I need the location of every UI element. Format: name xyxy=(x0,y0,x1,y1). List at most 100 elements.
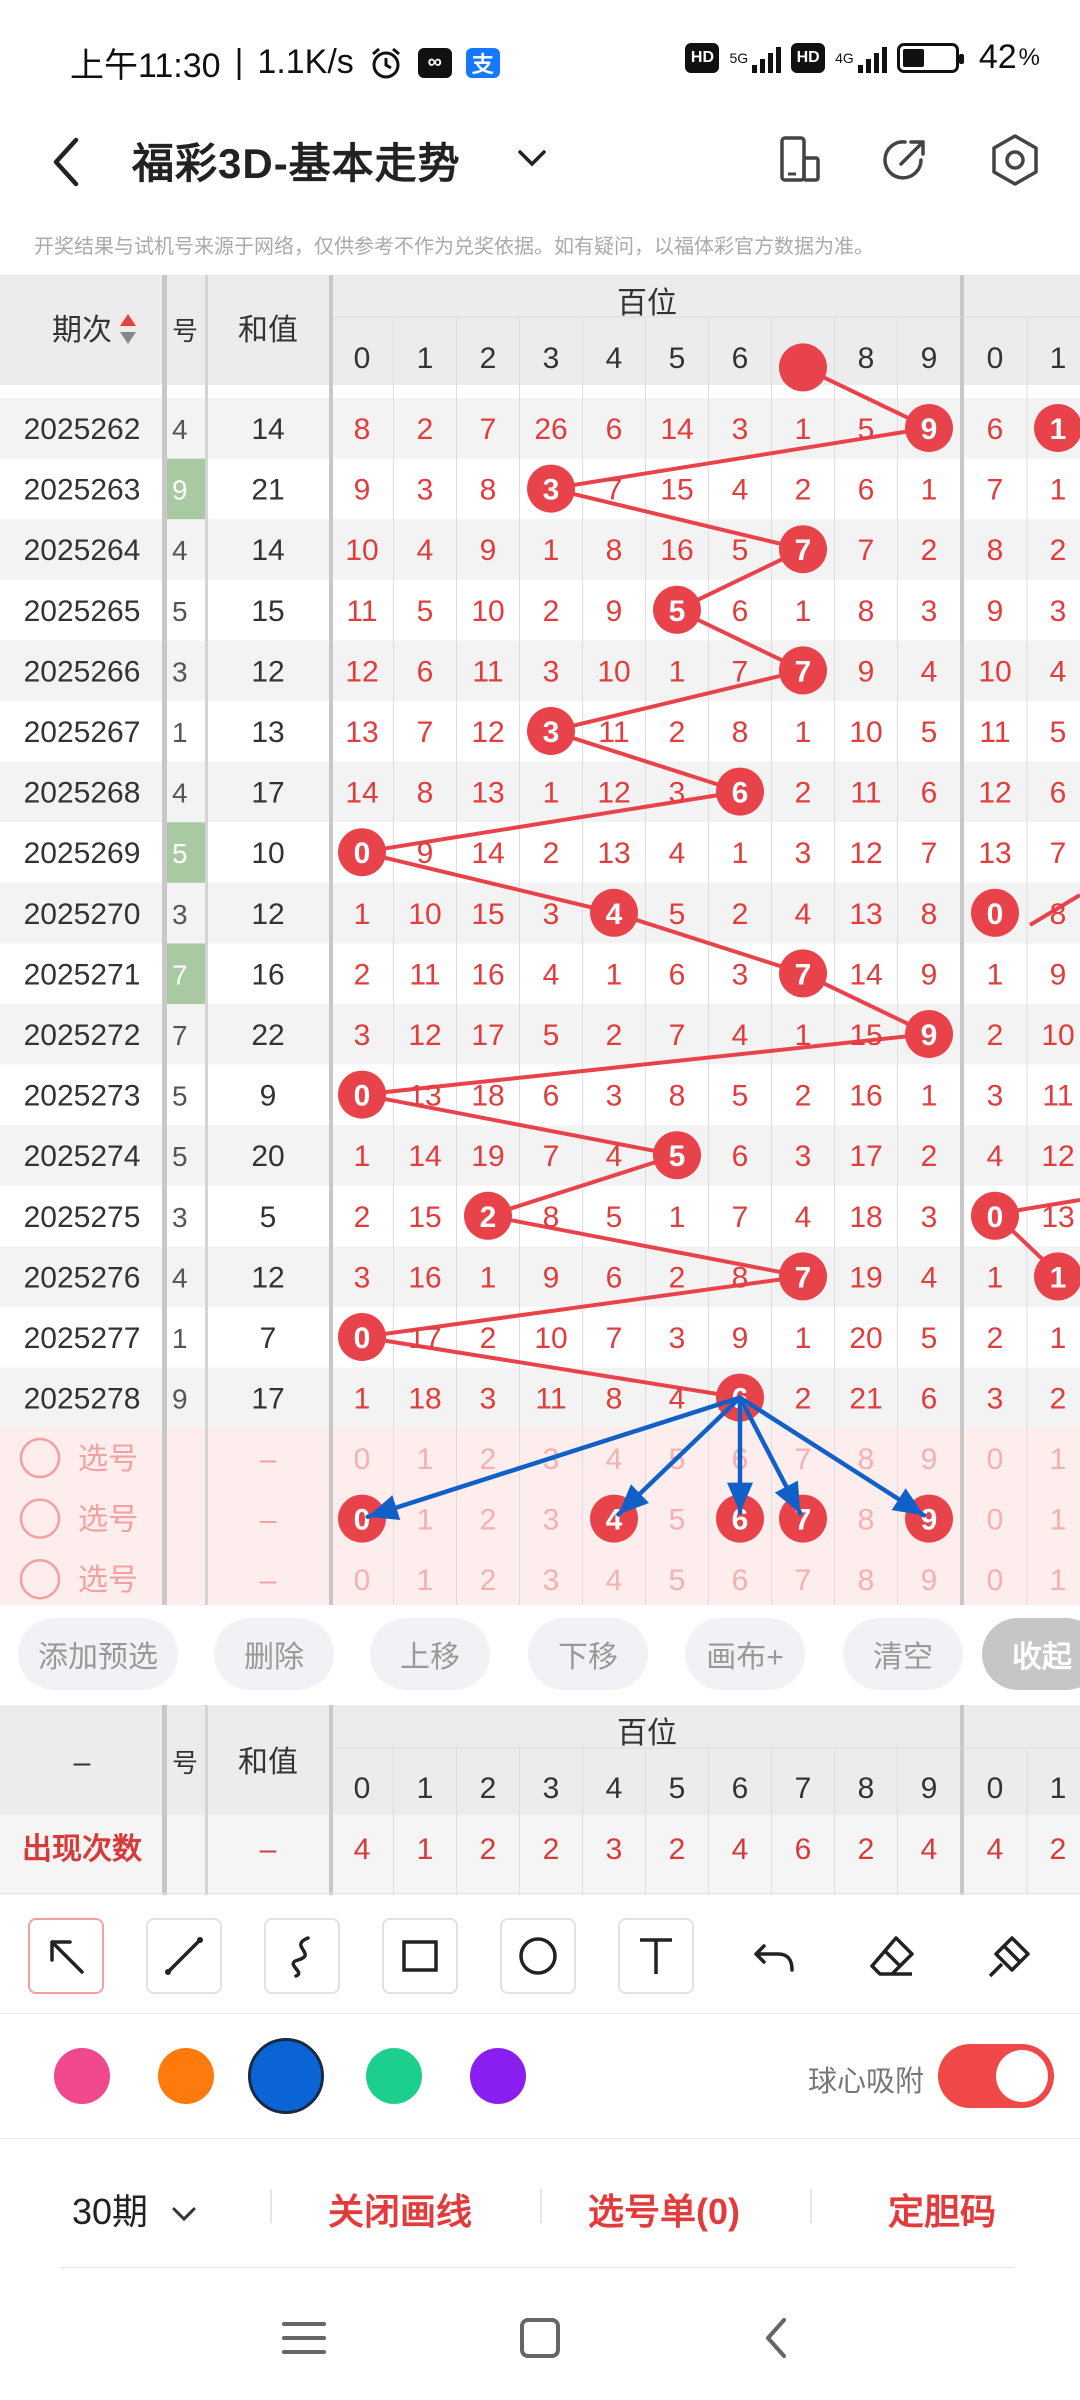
miss-count-cell: 9 xyxy=(858,655,875,688)
line-tool-icon[interactable] xyxy=(146,1918,222,1994)
move-down-button[interactable]: 下移 xyxy=(528,1618,648,1690)
add-preselect-button[interactable]: 添加预选 xyxy=(18,1618,178,1690)
sum-cell: 21 xyxy=(251,474,284,507)
selectable-number: 5 xyxy=(669,1504,686,1537)
miss-count-cell: 6 xyxy=(606,1261,623,1294)
miss-count-cell: 4 xyxy=(417,534,434,567)
snap-to-center-toggle[interactable] xyxy=(938,2044,1054,2108)
clipped-cell: 4 xyxy=(172,1262,188,1293)
digit-header: 0 xyxy=(354,342,371,375)
collapse-button[interactable]: 收起 xyxy=(982,1618,1080,1690)
period-cell: 2025276 xyxy=(24,1261,141,1294)
miss-count-cell: 3 xyxy=(417,474,434,507)
miss-count-cell: 1 xyxy=(921,1080,938,1113)
rectangle-tool-icon[interactable] xyxy=(382,1918,458,1994)
drawn-number-label: 7 xyxy=(795,1261,812,1294)
miss-count-cell: 7 xyxy=(858,534,875,567)
period-selector[interactable]: 30期 xyxy=(72,2183,200,2235)
miss-count-cell: 5 xyxy=(543,1019,560,1052)
clear-all-brush-icon[interactable] xyxy=(972,1918,1048,1994)
disclaimer-notice: 开奖结果与试机号来源于网络，仅供参考不作为兑奖依据。如有疑问，以福体彩官方数据为… xyxy=(34,236,874,258)
next-group-cell: 3 xyxy=(1050,595,1067,628)
selection-list-button[interactable]: 选号单(0) xyxy=(588,2183,740,2235)
canvas-plus-button[interactable]: 画布+ xyxy=(685,1618,805,1690)
color-swatch[interactable] xyxy=(248,2038,324,2114)
next-group-digit-header: 1 xyxy=(1050,342,1067,375)
miss-count-cell: 6 xyxy=(732,595,749,628)
text-tool-icon[interactable] xyxy=(618,1918,694,1994)
chevron-down-icon[interactable] xyxy=(512,138,552,178)
miss-count-cell: 14 xyxy=(660,413,693,446)
status-time: 上午11:30 xyxy=(70,47,221,85)
selectable-number-next: 0 xyxy=(987,1504,1004,1537)
selectable-number: 6 xyxy=(732,1564,749,1597)
next-group-cell: 3 xyxy=(987,1383,1004,1416)
miss-count-cell: 5 xyxy=(858,413,875,446)
close-drawing-button[interactable]: 关闭画线 xyxy=(328,2183,472,2235)
freehand-tool-icon[interactable] xyxy=(264,1918,340,1994)
miss-count-cell: 9 xyxy=(732,1322,749,1355)
miss-count-cell: 9 xyxy=(480,534,497,567)
eraser-icon[interactable] xyxy=(854,1918,930,1994)
color-swatch[interactable] xyxy=(470,2048,526,2104)
system-nav-bar xyxy=(0,2280,1080,2400)
miss-count-cell: 9 xyxy=(417,837,434,870)
miss-count-cell: 15 xyxy=(408,1201,441,1234)
next-group-cell: 1 xyxy=(987,958,1004,991)
color-swatch[interactable] xyxy=(366,2048,422,2104)
undo-icon[interactable] xyxy=(736,1918,812,1994)
menu-icon[interactable] xyxy=(274,2308,334,2368)
period-cell: 2025278 xyxy=(24,1383,141,1416)
miss-count-cell: 8 xyxy=(606,534,623,567)
settings-icon[interactable] xyxy=(985,130,1045,190)
color-swatch[interactable] xyxy=(54,2048,110,2104)
column-divider xyxy=(960,1705,964,1895)
stats-next-digit-header: 1 xyxy=(1050,1772,1067,1805)
share-icon[interactable] xyxy=(875,130,935,190)
delete-button[interactable]: 删除 xyxy=(214,1618,334,1690)
page-title[interactable]: 福彩3D-基本走势 xyxy=(132,130,461,191)
miss-count-cell: 11 xyxy=(409,958,440,991)
stats-header-sum: 和值 xyxy=(238,1746,298,1779)
miss-count-cell: 10 xyxy=(534,1322,567,1355)
stats-canvas: – 号 和值 百位 0 1 2 3 4 5 6 7 8 9 0 1 出现次数 – 4 1 2 2 3 2 4 6 2 4 4 2 xyxy=(0,1705,1080,1895)
miss-count-cell: 2 xyxy=(795,1080,812,1113)
miss-count-cell: 5 xyxy=(606,1201,623,1234)
selectable-number: 1 xyxy=(417,1443,434,1476)
trend-chart-canvas[interactable]: 期次号和值百位012345678901202526241482726614315… xyxy=(0,275,1080,1605)
next-group-ball-label: 1 xyxy=(1050,413,1067,446)
miss-count-cell: 18 xyxy=(471,1080,504,1113)
miss-count-cell: 12 xyxy=(471,716,504,749)
column-divider xyxy=(205,275,208,1605)
circle-tool-icon[interactable] xyxy=(500,1918,576,1994)
back-icon[interactable] xyxy=(748,2308,808,2368)
color-swatch[interactable] xyxy=(158,2048,214,2104)
back-arrow-icon[interactable] xyxy=(46,132,86,192)
picked-number-label: 9 xyxy=(921,1504,938,1537)
miss-count-cell: 3 xyxy=(921,1201,938,1234)
sum-cell: 14 xyxy=(251,534,284,567)
next-group-cell: 11 xyxy=(979,716,1010,749)
miss-count-cell: 8 xyxy=(732,1261,749,1294)
selectable-number: 7 xyxy=(795,1564,812,1597)
period-cell: 2025269 xyxy=(24,837,141,870)
clear-button[interactable]: 清空 xyxy=(843,1618,963,1690)
period-cell: 2025262 xyxy=(24,413,141,446)
trend-chart[interactable]: 期次号和值百位012345678901202526241482726614315… xyxy=(0,275,1080,1605)
home-icon[interactable] xyxy=(510,2308,570,2368)
fix-code-button[interactable]: 定胆码 xyxy=(888,2183,996,2235)
layout-switch-icon[interactable] xyxy=(770,130,830,190)
selectable-number-next: 0 xyxy=(987,1564,1004,1597)
selectable-number: 5 xyxy=(669,1564,686,1597)
miss-count-cell: 3 xyxy=(732,958,749,991)
next-group-cell: 1 xyxy=(1050,1322,1067,1355)
snap-to-center-label: 球心吸附 xyxy=(808,2066,925,2098)
pointer-arrow-tool-icon[interactable] xyxy=(28,1918,104,1994)
stats-digit-header: 6 xyxy=(732,1772,749,1805)
next-group-cell: 13 xyxy=(1041,1201,1074,1234)
miss-count-cell: 2 xyxy=(669,716,686,749)
clipped-cell: 3 xyxy=(172,1202,188,1233)
move-up-button[interactable]: 上移 xyxy=(370,1618,490,1690)
digit-header: 3 xyxy=(543,342,560,375)
miss-count-cell: 14 xyxy=(345,777,378,810)
